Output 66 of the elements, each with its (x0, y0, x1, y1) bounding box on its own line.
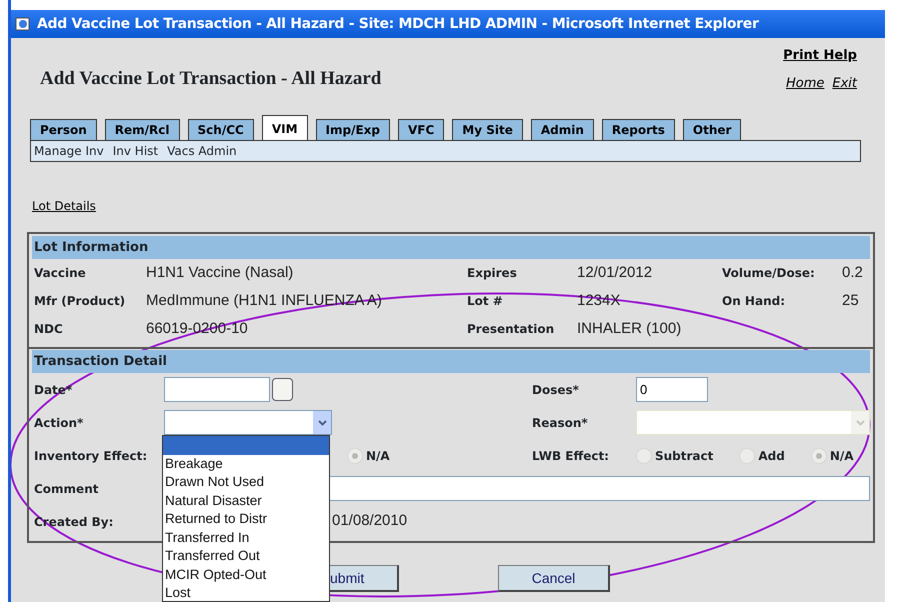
field-label: Reason* (532, 416, 589, 430)
field-label: Action* (34, 416, 84, 430)
browser-icon (15, 16, 31, 32)
calendar-button[interactable] (272, 378, 293, 401)
dropdown-option[interactable]: Natural Disaster (163, 492, 329, 510)
nav-tab[interactable]: Imp/Exp (316, 119, 390, 140)
field-label: Presentation (467, 322, 556, 336)
dropdown-option[interactable]: Breakage (163, 454, 329, 473)
field-label: Volume/Dose: (722, 266, 816, 280)
field-value: 01/08/2010 (332, 511, 408, 532)
window-title: Add Vaccine Lot Transaction - All Hazard - Site: MDCH LHD ADMIN - Microsoft Internet Explorer (37, 16, 759, 32)
page-title: Add Vaccine Lot Transaction - All Hazard (40, 68, 382, 91)
radio-button[interactable] (810, 448, 827, 464)
field-value: INHALER (100) (577, 318, 682, 339)
radio-label: N/A (366, 448, 390, 462)
field-label: NDC (34, 322, 64, 336)
section-heading: Lot Information (32, 236, 870, 259)
subnav-link[interactable]: Vacs Admin (167, 144, 237, 158)
section-heading: Transaction Detail (32, 350, 870, 373)
nav-tab[interactable]: My Site (452, 119, 523, 140)
field-label: Comment (34, 482, 100, 496)
dropdown-option[interactable]: Returned to Distr (163, 510, 329, 528)
nav-tab[interactable]: VIM (262, 115, 308, 141)
chevron-down-icon (318, 420, 326, 426)
dropdown-option[interactable]: Drawn Not Used (163, 473, 329, 492)
field-label: Lot # (467, 294, 504, 308)
nav-tab[interactable]: VFC (398, 119, 444, 140)
chevron-down-icon (856, 420, 864, 426)
doses-field[interactable]: 0 (636, 377, 708, 402)
field-label: Mfr (Product) (34, 294, 126, 308)
nav-tab[interactable]: Sch/CC (188, 119, 254, 140)
lot-details-link[interactable]: Lot Details (32, 199, 96, 213)
field-label: Inventory Effect: (34, 448, 148, 462)
field-value: H1N1 Vaccine (Nasal) (146, 262, 294, 283)
field-label: Vaccine (34, 266, 87, 280)
radio-label: N/A (830, 448, 854, 462)
field-label: Expires (467, 266, 518, 280)
nav-tab[interactable]: Rem/Rcl (104, 119, 180, 140)
field-label: On Hand: (722, 294, 786, 308)
dropdown-option[interactable]: MCIR Opted-Out (163, 566, 329, 584)
radio-button[interactable] (347, 448, 363, 464)
field-label: LWB Effect: (532, 448, 610, 462)
nav-tab[interactable]: Other (682, 119, 742, 140)
nav-tab[interactable]: Person (30, 119, 97, 140)
dropdown-option[interactable]: Lost (163, 584, 329, 601)
field-value: 12/01/2012 (577, 262, 652, 283)
header-link[interactable]: Home (786, 74, 824, 93)
nav-tab[interactable]: Admin (530, 119, 594, 140)
radio-button[interactable] (636, 448, 652, 464)
date-field[interactable] (164, 377, 270, 402)
radio-label: Add (758, 448, 785, 462)
dropdown-option[interactable]: Transferred In (163, 528, 329, 547)
cancel-button[interactable]: Cancel (498, 565, 610, 592)
nav-tab[interactable]: Reports (602, 119, 675, 140)
action-dropdown[interactable] (164, 410, 332, 435)
submit-button[interactable]: ubmit (330, 565, 399, 592)
dropdown-option[interactable]: Transferred Out (163, 547, 329, 566)
field-label: Doses* (532, 382, 580, 396)
subnav-link[interactable]: Manage Inv (34, 144, 104, 158)
radio-label: Subtract (655, 448, 714, 462)
subnav-link[interactable]: Inv Hist (112, 144, 158, 158)
field-value: 0.2 (842, 262, 863, 283)
field-value: 25 (842, 290, 859, 311)
radio-button[interactable] (739, 448, 756, 464)
header-link[interactable]: Exit (832, 74, 857, 93)
print-help-link[interactable]: Print Help (783, 46, 857, 66)
